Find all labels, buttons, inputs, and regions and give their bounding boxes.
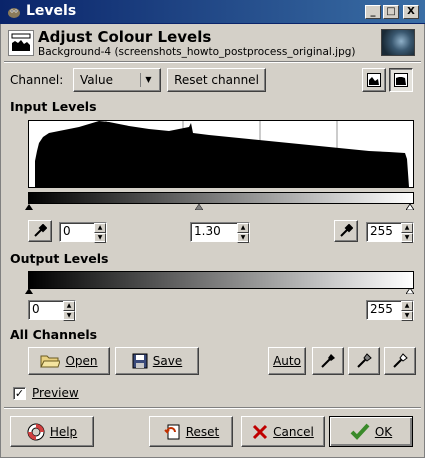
footer-divider <box>4 407 421 409</box>
linear-histogram-icon <box>367 73 381 87</box>
channel-label: Channel: <box>10 73 64 87</box>
eyedropper-icon <box>357 353 372 368</box>
output-white-stepper[interactable]: ▲ ▼ <box>401 301 413 321</box>
chevron-down-icon: ▼ <box>140 73 156 87</box>
white-point-picker-button[interactable] <box>334 220 358 242</box>
header-divider <box>4 61 421 63</box>
cross-icon <box>253 424 268 439</box>
auto-label: Auto <box>273 354 301 368</box>
output-white-field[interactable]: 255 ▲ ▼ <box>366 300 414 321</box>
output-levels-heading: Output Levels <box>10 251 109 266</box>
output-black-field[interactable]: 0 ▲ ▼ <box>28 300 76 321</box>
dialog-heading: Adjust Colour Levels <box>38 28 212 46</box>
preview-label: Preview <box>32 386 79 400</box>
input-white-field[interactable]: 255 ▲ ▼ <box>366 222 414 243</box>
save-button[interactable]: Save <box>115 347 199 375</box>
input-black-stepper[interactable]: ▲ ▼ <box>94 223 106 243</box>
save-label: Save <box>152 354 183 368</box>
levels-icon <box>8 30 34 56</box>
input-black-value: 0 <box>63 224 71 238</box>
pick-white-button[interactable] <box>384 347 416 375</box>
ok-button[interactable]: OK <box>329 416 413 447</box>
window-title: Levels <box>26 3 77 19</box>
help-label: Help <box>49 424 78 439</box>
auto-button[interactable]: Auto <box>268 347 306 375</box>
output-white-slider[interactable] <box>406 288 414 294</box>
input-gamma-field[interactable]: 1.30 ▲ ▼ <box>190 222 250 243</box>
reset-channel-button[interactable]: Reset channel <box>167 68 266 92</box>
output-gradient-bar <box>28 271 414 289</box>
eyedropper-icon <box>34 224 47 237</box>
maximize-button[interactable]: □ <box>383 5 399 19</box>
help-button[interactable]: Help <box>10 416 94 447</box>
eyedropper-icon <box>321 354 335 368</box>
ok-label: OK <box>374 424 393 439</box>
channel-select-value: Value <box>80 73 113 87</box>
minimize-button[interactable]: _ <box>365 5 381 19</box>
eyedropper-icon <box>340 224 353 237</box>
output-black-value: 0 <box>32 302 40 316</box>
image-thumbnail <box>381 29 415 56</box>
folder-icon <box>40 355 61 368</box>
close-button[interactable]: X <box>403 5 419 19</box>
output-black-stepper[interactable]: ▲ ▼ <box>63 301 75 321</box>
cancel-button[interactable]: Cancel <box>241 416 325 447</box>
input-gamma-slider[interactable] <box>195 204 203 210</box>
pick-black-button[interactable] <box>312 347 344 375</box>
cancel-label: Cancel <box>273 424 314 439</box>
log-histogram-icon <box>394 73 408 87</box>
input-levels-heading: Input Levels <box>10 99 97 114</box>
input-white-value: 255 <box>370 224 393 238</box>
channel-select[interactable]: Value ▼ <box>73 68 161 92</box>
reset-label: Reset <box>185 424 220 439</box>
floppy-icon <box>132 353 148 369</box>
reset-channel-label: Reset channel <box>174 73 259 87</box>
log-histogram-button[interactable] <box>389 68 413 92</box>
input-black-field[interactable]: 0 ▲ ▼ <box>59 222 107 243</box>
undo-icon <box>164 424 180 439</box>
dialog-subheading: Background-4 (screenshots_howto_postproc… <box>38 46 356 58</box>
all-channels-heading: All Channels <box>10 327 98 342</box>
gimp-icon <box>8 8 20 18</box>
output-white-value: 255 <box>370 302 393 316</box>
eyedropper-icon <box>393 353 408 368</box>
input-gradient-bar <box>28 192 414 204</box>
black-point-picker-button[interactable] <box>28 220 52 242</box>
open-label: Open <box>65 354 98 368</box>
linear-histogram-button[interactable] <box>362 68 386 92</box>
open-button[interactable]: Open <box>28 347 110 375</box>
preview-checkbox[interactable]: ✓ <box>13 387 26 400</box>
input-black-slider[interactable] <box>25 204 33 210</box>
pick-gray-button[interactable] <box>348 347 380 375</box>
input-white-slider[interactable] <box>406 204 414 210</box>
lifebuoy-icon <box>27 423 45 440</box>
input-gamma-value: 1.30 <box>194 224 221 238</box>
output-black-slider[interactable] <box>25 288 33 294</box>
reset-button[interactable]: Reset <box>149 416 233 447</box>
input-white-stepper[interactable]: ▲ ▼ <box>401 223 413 243</box>
title-bar: Levels _ □ X <box>0 0 425 24</box>
check-icon <box>350 423 370 440</box>
input-gamma-stepper[interactable]: ▲ ▼ <box>237 223 249 243</box>
histogram <box>28 120 414 188</box>
